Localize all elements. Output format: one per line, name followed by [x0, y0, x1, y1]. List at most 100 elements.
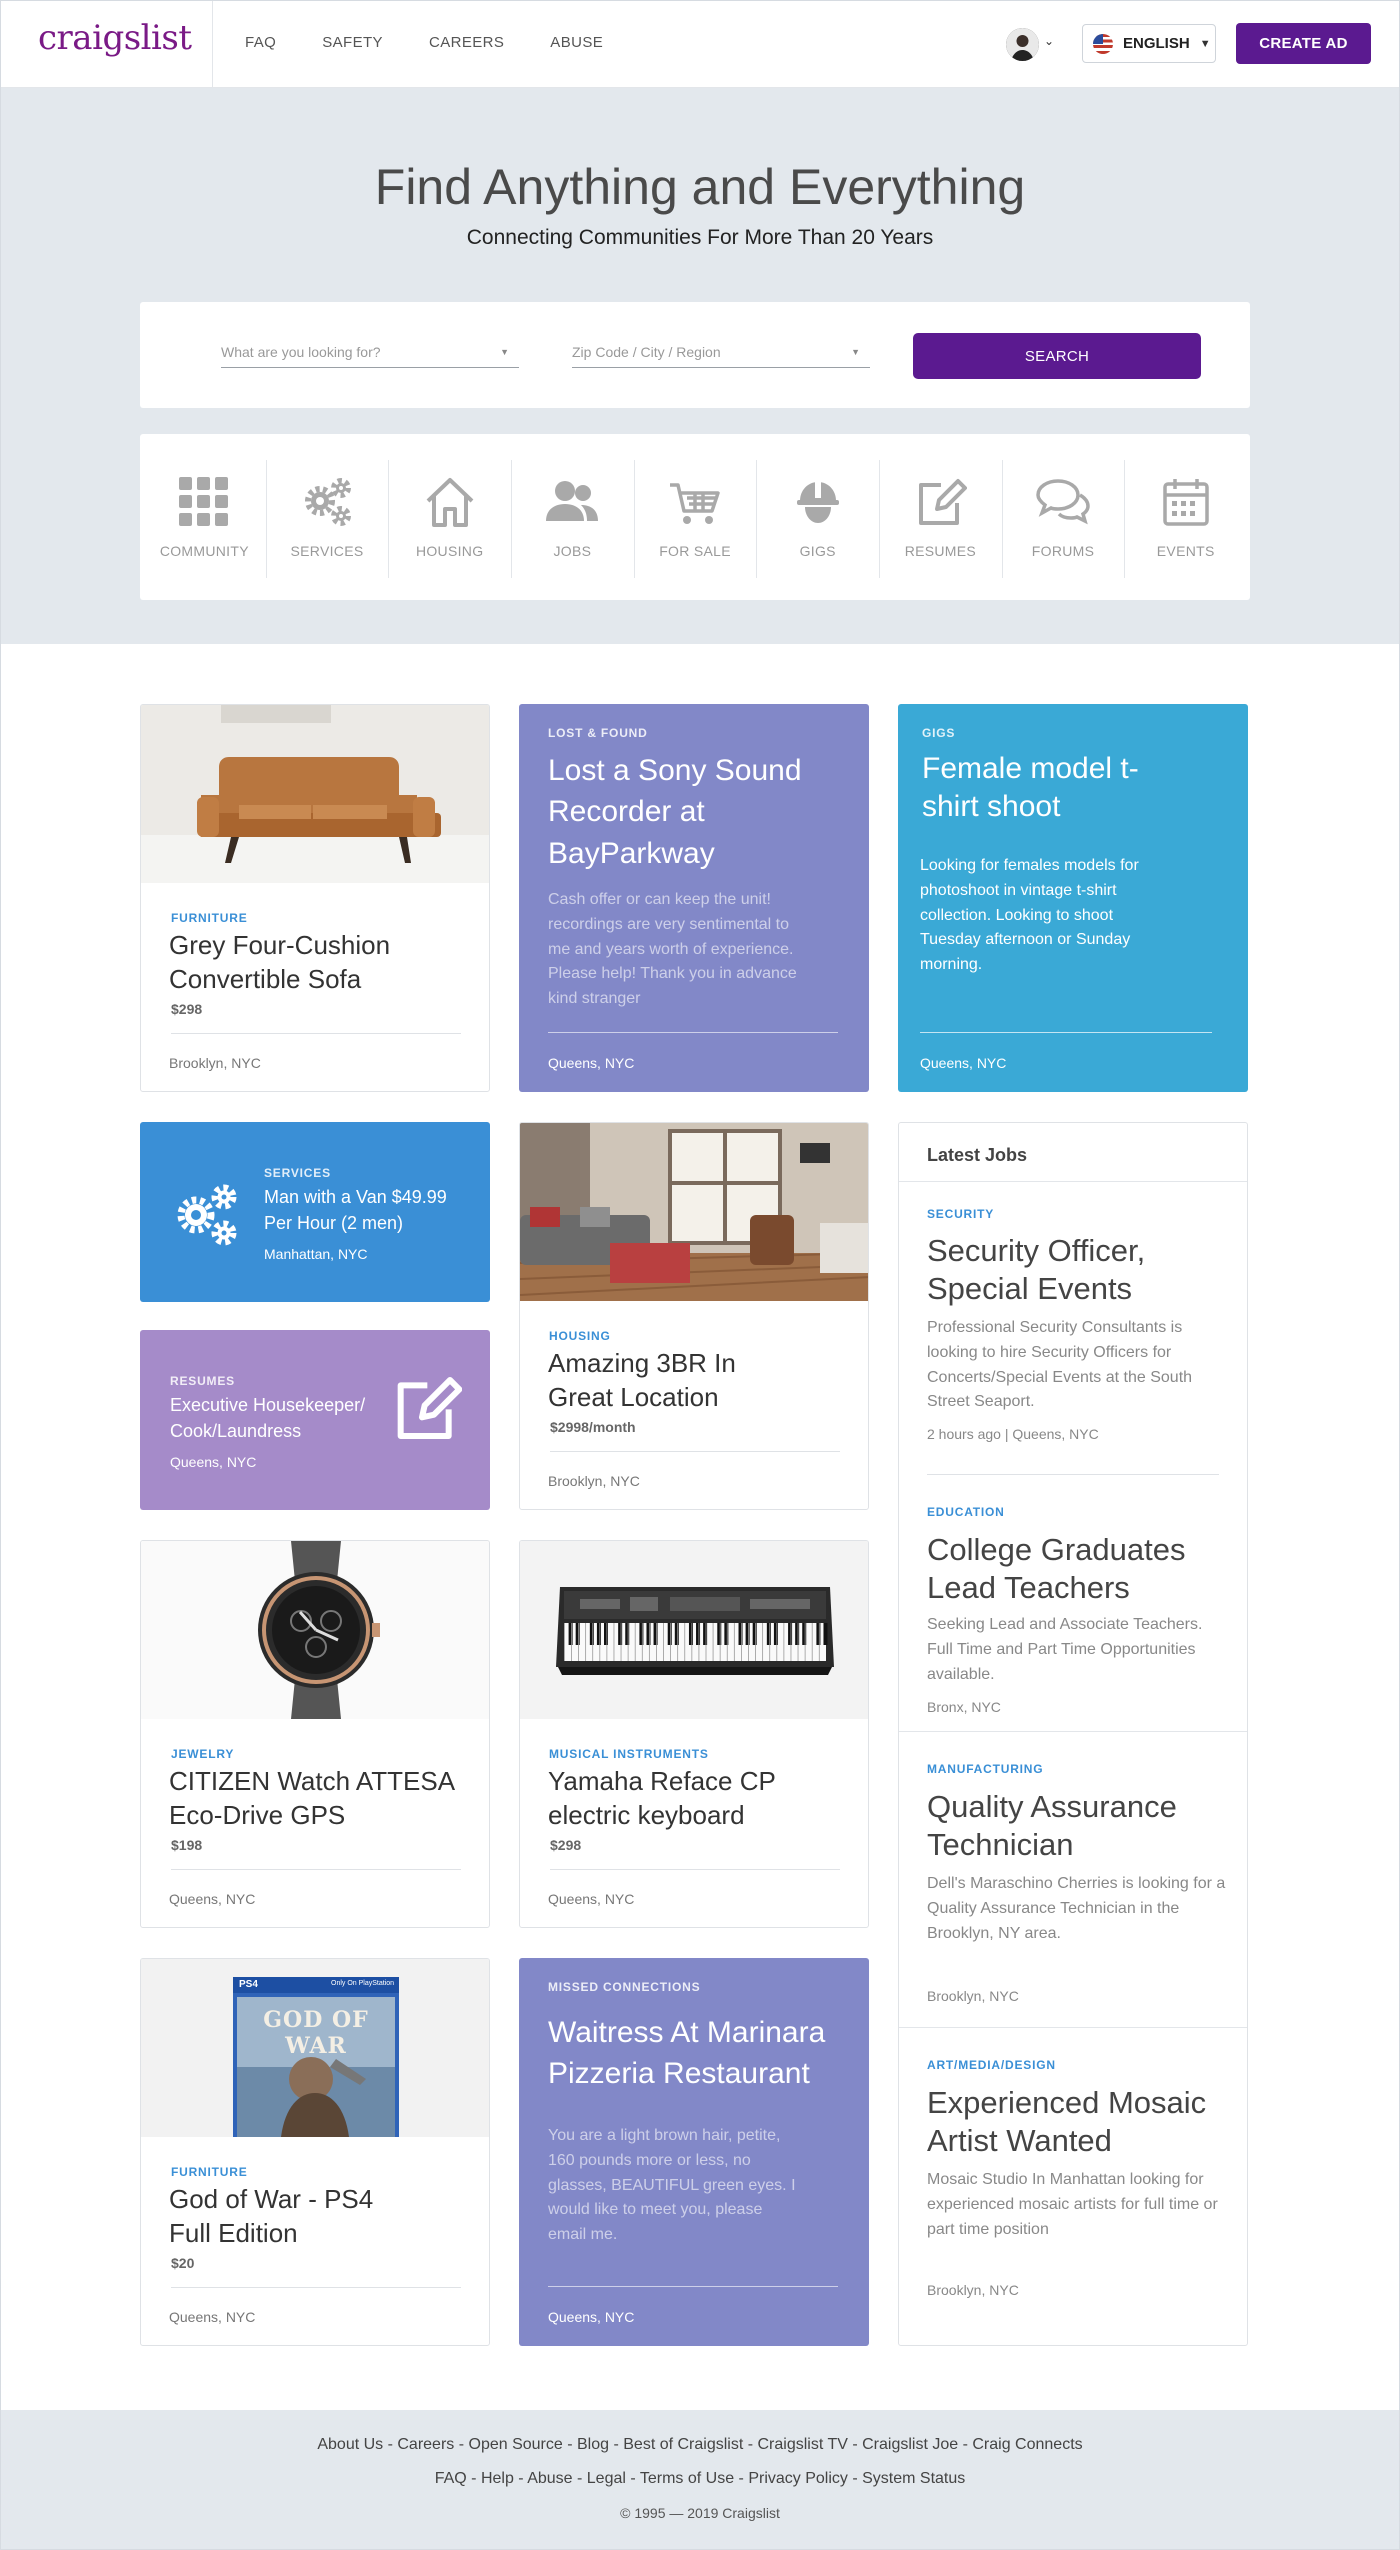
listing-title[interactable]: Yamaha Reface CP electric keyboard: [548, 1765, 788, 1833]
listing-title[interactable]: Female model t-shirt shoot: [922, 750, 1142, 825]
job-meta: 2 hours ago | Queens, NYC: [927, 1426, 1099, 1442]
category-label: RESUMES: [904, 543, 977, 559]
game-image: PS4 Only On PlayStation GOD OF WAR: [141, 1959, 489, 2137]
search-button[interactable]: SEARCH: [913, 333, 1201, 379]
listing-category: MUSICAL INSTRUMENTS: [549, 1747, 709, 1761]
nav-abuse[interactable]: ABUSE: [550, 34, 603, 51]
search-input[interactable]: What are you looking for? ▼: [221, 338, 519, 368]
nav-faq[interactable]: FAQ: [245, 34, 276, 51]
edit-icon: [919, 479, 968, 525]
category-label: FOR SALE: [659, 543, 731, 559]
listing-title[interactable]: Amazing 3BR In Great Location: [548, 1347, 768, 1415]
job-title[interactable]: Security Officer, Special Events: [927, 1232, 1217, 1308]
job-title[interactable]: Experienced Mosaic Artist Wanted: [927, 2084, 1227, 2160]
job-description: Mosaic Studio In Manhattan looking for e…: [927, 2171, 1218, 2238]
listing-location: Queens, NYC: [548, 1055, 635, 1071]
language-label: ENGLISH: [1123, 35, 1190, 52]
listing-card-missed[interactable]: MISSED CONNECTIONS Waitress At Marinara …: [519, 1958, 869, 2346]
job-item[interactable]: EDUCATION College Graduates Lead Teacher…: [899, 1481, 1247, 1739]
listing-location: Queens, NYC: [548, 2309, 635, 2325]
job-category: SECURITY: [927, 1207, 995, 1221]
job-category: ART/MEDIA/DESIGN: [927, 2058, 1056, 2072]
listing-location: Queens, NYC: [169, 1891, 256, 1907]
create-ad-button[interactable]: CREATE AD: [1236, 23, 1371, 64]
listing-desc: You are a light brown hair, petite, 160 …: [548, 2127, 796, 2244]
listing-card-game[interactable]: PS4 Only On PlayStation GOD OF WAR FURNI…: [140, 1958, 490, 2346]
category-housing[interactable]: HOUSING: [388, 434, 511, 600]
calendar-icon: [1162, 479, 1209, 526]
listing-category: JEWELRY: [171, 1747, 235, 1761]
listing-card-keyboard[interactable]: MUSICAL INSTRUMENTS Yamaha Reface CP ele…: [519, 1540, 869, 1928]
listing-category: GIGS: [922, 726, 956, 740]
gears-icon: [177, 1184, 237, 1246]
listing-title[interactable]: God of War - PS4 Full Edition: [169, 2183, 419, 2251]
footer-links-primary[interactable]: About Us - Careers - Open Source - Blog …: [0, 2436, 1400, 2454]
listing-title[interactable]: CITIZEN Watch ATTESA Eco-Drive GPS: [169, 1765, 469, 1833]
avatar[interactable]: [1006, 28, 1039, 61]
listing-card-gigs[interactable]: GIGS Female model t-shirt shoot Looking …: [898, 704, 1248, 1092]
listing-price: $20: [171, 2255, 195, 2271]
job-item[interactable]: ART/MEDIA/DESIGN Experienced Mosaic Arti…: [899, 2027, 1247, 2345]
category-gigs[interactable]: GIGS: [756, 434, 879, 600]
listing-title[interactable]: Grey Four-Cushion Convertible Sofa: [169, 929, 429, 997]
category-jobs[interactable]: JOBS: [511, 434, 634, 600]
hero-title: Find Anything and Everything: [374, 159, 1026, 215]
listing-category: MISSED CONNECTIONS: [548, 1980, 701, 1994]
listing-category: SERVICES: [264, 1166, 331, 1180]
hero-subtitle: Connecting Communities For More Than 20 …: [466, 226, 934, 249]
listing-card-watch[interactable]: JEWELRY CITIZEN Watch ATTESA Eco-Drive G…: [140, 1540, 490, 1928]
location-input[interactable]: Zip Code / City / Region ▼: [572, 338, 870, 368]
gears-icon: [305, 478, 351, 526]
job-item[interactable]: SECURITY Security Officer, Special Event…: [899, 1181, 1247, 1481]
job-title[interactable]: Quality Assurance Technician: [927, 1788, 1217, 1864]
listing-card-sofa[interactable]: FURNITURE Grey Four-Cushion Convertible …: [140, 704, 490, 1092]
listing-location: Brooklyn, NYC: [548, 1473, 640, 1489]
hero-section: Find Anything and Everything Connecting …: [0, 88, 1400, 644]
job-description: Professional Security Consultants is loo…: [927, 1319, 1193, 1411]
category-forums[interactable]: FORUMS: [1001, 434, 1125, 600]
logo[interactable]: craigslist: [38, 18, 192, 58]
category-events[interactable]: EVENTS: [1124, 434, 1247, 600]
listing-card-housing[interactable]: HOUSING Amazing 3BR In Great Location $2…: [519, 1122, 869, 1510]
divider: [171, 2287, 461, 2288]
chevron-down-icon[interactable]: ⌄: [1044, 34, 1054, 48]
listing-category: FURNITURE: [171, 2165, 248, 2179]
listing-title[interactable]: Lost a Sony Sound Recorder at BayParkway: [548, 750, 808, 874]
cart-icon: [670, 483, 720, 524]
listing-title[interactable]: Executive Housekeeper/ Cook/Laundress: [170, 1392, 380, 1444]
category-label: COMMUNITY: [159, 543, 249, 559]
job-category: EDUCATION: [927, 1505, 1005, 1519]
game-box-brand: PS4: [239, 1979, 258, 1990]
nav-careers[interactable]: CAREERS: [429, 34, 504, 51]
category-for-sale[interactable]: FOR SALE: [633, 434, 757, 600]
listing-category: HOUSING: [549, 1329, 611, 1343]
house-icon: [426, 478, 474, 527]
listing-title[interactable]: Waitress At Marinara Pizzeria Restaurant: [548, 2012, 848, 2095]
room-image: [520, 1123, 868, 1301]
footer-links-secondary[interactable]: FAQ - Help - Abuse - Legal - Terms of Us…: [0, 2470, 1400, 2488]
listing-card-lost[interactable]: LOST & FOUND Lost a Sony Sound Recorder …: [519, 704, 869, 1092]
game-box-title: GOD OF WAR: [263, 2007, 369, 2059]
listing-card-resumes[interactable]: RESUMES Executive Housekeeper/ Cook/Laun…: [140, 1330, 490, 1510]
main-nav: FAQ SAFETY CAREERS ABUSE: [245, 34, 649, 51]
job-category: MANUFACTURING: [927, 1762, 1044, 1776]
game-box-strip: Only On PlayStation: [331, 1980, 395, 1987]
location-placeholder: Zip Code / City / Region: [572, 344, 721, 360]
category-services[interactable]: SERVICES: [265, 434, 389, 600]
nav-safety[interactable]: SAFETY: [322, 34, 383, 51]
listing-card-services[interactable]: SERVICES Man with a Van $49.99 Per Hour …: [140, 1122, 490, 1302]
job-title[interactable]: College Graduates Lead Teachers: [927, 1531, 1217, 1607]
category-label: HOUSING: [415, 543, 484, 559]
job-item[interactable]: MANUFACTURING Quality Assurance Technici…: [899, 1731, 1247, 2027]
divider: [550, 1869, 840, 1870]
caret-down-icon: ▼: [851, 347, 860, 357]
category-label: GIGS: [799, 543, 836, 559]
category-community[interactable]: COMMUNITY: [143, 434, 266, 600]
listing-price: $298: [171, 1001, 203, 1017]
site-header: craigslist FAQ SAFETY CAREERS ABUSE ⌄ EN…: [0, 0, 1400, 88]
category-label: JOBS: [553, 543, 592, 559]
divider: [920, 1032, 1212, 1033]
language-select[interactable]: ENGLISH ▼: [1082, 24, 1216, 63]
category-resumes[interactable]: RESUMES: [879, 434, 1002, 600]
listing-title[interactable]: Man with a Van $49.99 Per Hour (2 men): [264, 1184, 464, 1236]
